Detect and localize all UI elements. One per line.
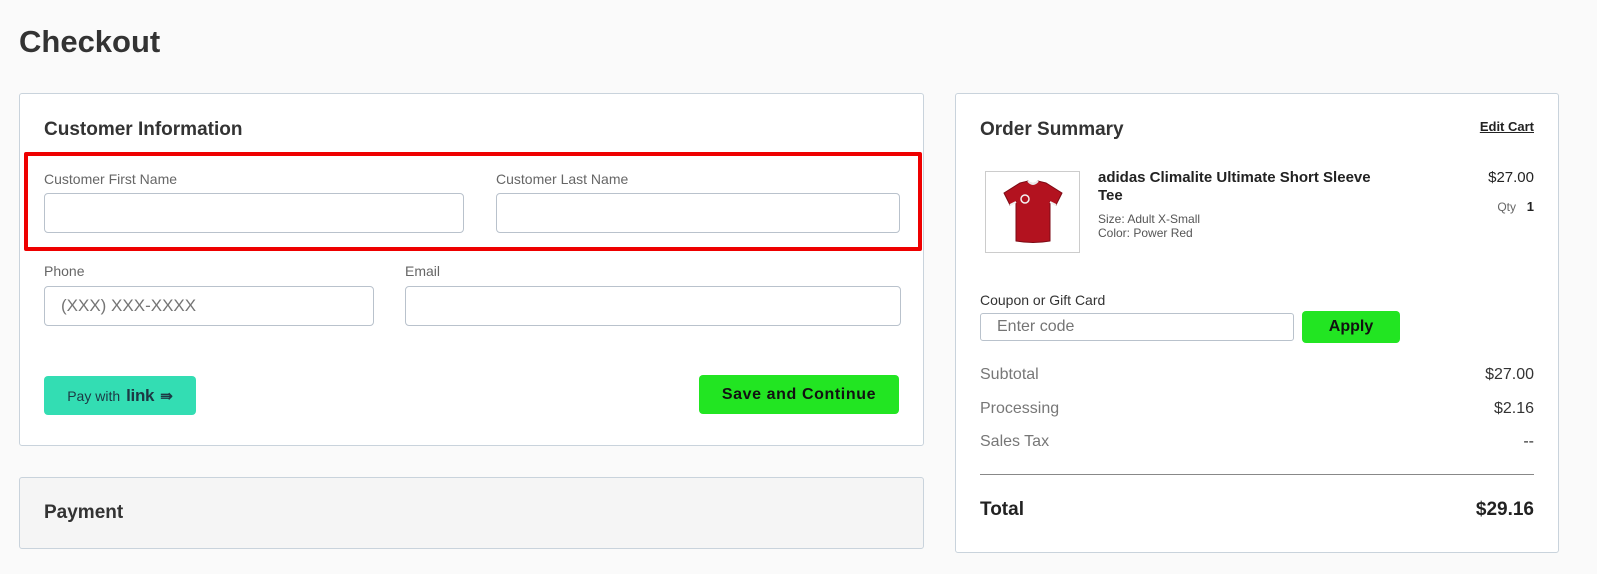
email-input[interactable]: [405, 286, 901, 326]
subtotal-value: $27.00: [1485, 366, 1534, 383]
summary-divider: [980, 474, 1534, 475]
apply-coupon-button[interactable]: Apply: [1302, 311, 1400, 343]
first-name-label: Customer First Name: [44, 171, 178, 187]
processing-label: Processing: [980, 400, 1060, 417]
edit-cart-link[interactable]: Edit Cart: [1480, 119, 1534, 134]
first-name-input[interactable]: [44, 193, 464, 233]
customer-information-heading: Customer Information: [44, 119, 243, 140]
phone-input[interactable]: [44, 286, 374, 326]
page-title: Checkout: [19, 24, 161, 59]
link-logo: link: [126, 385, 155, 405]
pay-with-label: Pay with: [67, 387, 121, 404]
customer-information-section: Customer Information Customer First Name…: [19, 93, 924, 446]
payment-section[interactable]: Payment: [19, 477, 924, 549]
sales-tax-label: Sales Tax: [980, 433, 1050, 450]
order-summary-panel: Order Summary Edit Cart adidas Climalite…: [955, 93, 1559, 553]
processing-value: $2.16: [1493, 400, 1534, 417]
product-name: adidas Climalite Ultimate Short Sleeve T…: [1098, 169, 1371, 204]
save-and-continue-button[interactable]: Save and Continue: [699, 375, 899, 414]
coupon-label: Coupon or Gift Card: [980, 292, 1106, 308]
total-label: Total: [980, 499, 1024, 520]
total-value: $29.16: [1475, 499, 1534, 520]
subtotal-label: Subtotal: [980, 366, 1039, 383]
product-image: [985, 171, 1080, 253]
quantity-label: Qty: [1497, 200, 1516, 214]
pay-with-link-button[interactable]: Pay with link ⇛: [44, 376, 196, 415]
quantity-value: 1: [1526, 199, 1534, 214]
order-summary-heading: Order Summary: [980, 119, 1124, 140]
red-tshirt-icon: [1002, 180, 1063, 243]
last-name-input[interactable]: [496, 193, 900, 233]
last-name-label: Customer Last Name: [496, 171, 629, 187]
product-price: $27.00: [1488, 169, 1534, 186]
product-size: Size: Adult X-Small: [1098, 212, 1201, 226]
sales-tax-value: --: [1523, 433, 1534, 450]
coupon-code-input[interactable]: [980, 313, 1294, 341]
arrow-right-icon: ⇛: [160, 387, 173, 405]
payment-heading: Payment: [44, 502, 124, 523]
email-label: Email: [405, 263, 441, 279]
phone-label: Phone: [44, 263, 85, 279]
product-color: Color: Power Red: [1098, 226, 1193, 240]
